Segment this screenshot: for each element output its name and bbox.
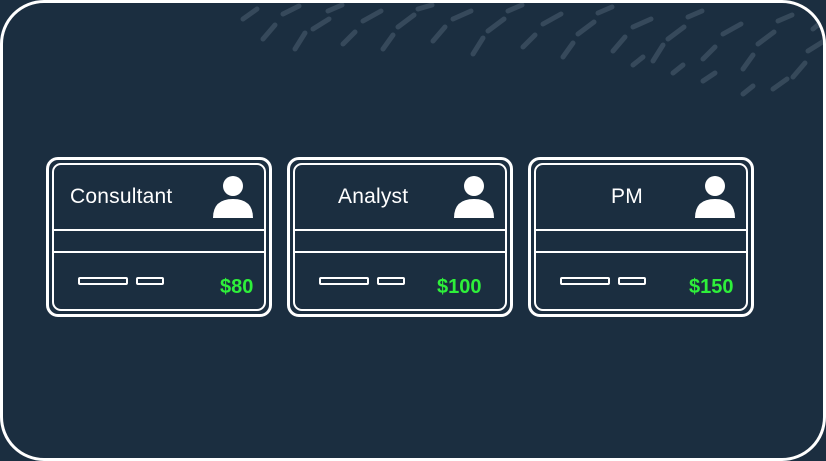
person-icon: [695, 176, 735, 218]
price-label: $150: [689, 276, 734, 298]
role-label: PM: [611, 185, 643, 208]
role-label: Consultant: [70, 185, 173, 208]
card-inner: PM $150: [534, 163, 748, 311]
person-icon: [213, 176, 253, 218]
slide-frame: Consultant $80 Analyst $100 PM $150: [0, 0, 826, 461]
placeholder-dash: [78, 277, 128, 285]
placeholder-dash: [560, 277, 610, 285]
person-icon: [454, 176, 494, 218]
role-card-analyst: Analyst $100: [287, 157, 513, 317]
card-inner: Analyst $100: [293, 163, 507, 311]
decorative-texture: [240, 3, 823, 97]
placeholder-dash: [618, 277, 646, 285]
placeholder-dash: [377, 277, 405, 285]
price-label: $100: [437, 276, 482, 298]
card-header: Consultant: [54, 165, 264, 231]
card-header: PM: [536, 165, 746, 231]
price-label: $80: [220, 276, 254, 298]
card-divider-band: [295, 231, 505, 253]
role-label: Analyst: [338, 185, 409, 208]
card-header: Analyst: [295, 165, 505, 231]
card-divider-band: [536, 231, 746, 253]
role-card-consultant: Consultant $80: [46, 157, 272, 317]
role-card-pm: PM $150: [528, 157, 754, 317]
placeholder-dash: [136, 277, 164, 285]
card-divider-band: [54, 231, 264, 253]
card-inner: Consultant $80: [52, 163, 266, 311]
placeholder-dash: [319, 277, 369, 285]
